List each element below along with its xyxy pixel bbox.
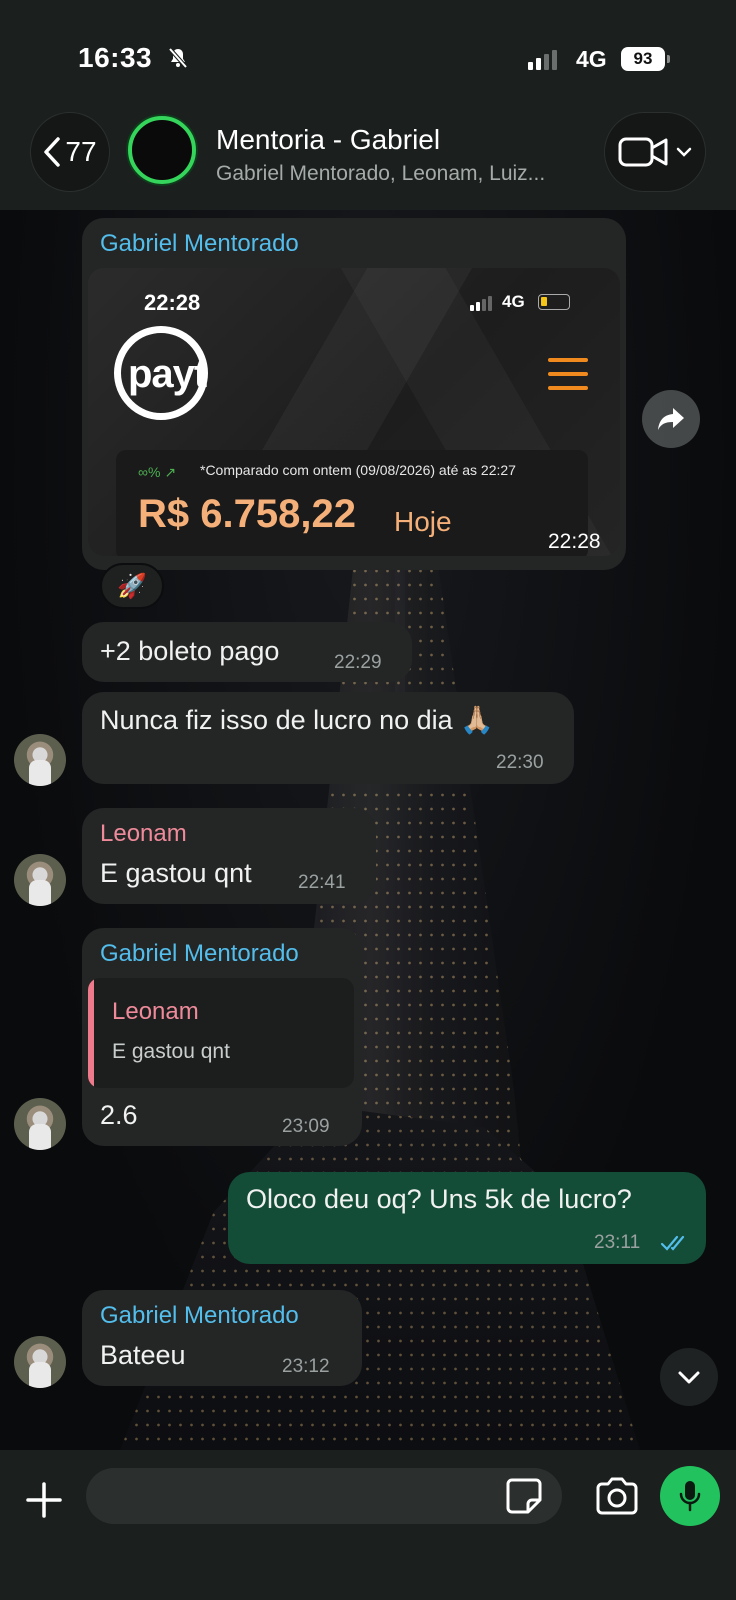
avatar[interactable]	[14, 734, 66, 786]
chevron-left-icon	[44, 137, 61, 167]
message-text: Nunca fiz isso de lucro no dia 🙏🏼	[100, 705, 494, 735]
video-camera-icon	[618, 137, 668, 167]
forward-button[interactable]	[642, 390, 700, 448]
hamburger-menu-icon	[548, 358, 588, 400]
quote-bar	[88, 978, 94, 1088]
chevron-down-icon	[676, 147, 692, 157]
message-text: Oloco deu oq? Uns 5k de lucro?	[246, 1184, 632, 1214]
avatar[interactable]	[14, 1336, 66, 1388]
cell-signal-icon	[528, 50, 557, 70]
voice-record-button[interactable]	[660, 1466, 720, 1526]
avatar[interactable]	[14, 854, 66, 906]
message-sender[interactable]: Gabriel Mentorado	[100, 230, 299, 258]
message-text: Bateeu	[100, 1340, 186, 1370]
quoted-sender: Leonam	[112, 998, 199, 1025]
sales-period: Hoje	[394, 506, 452, 537]
forward-arrow-icon	[658, 408, 684, 430]
message-time: 22:28	[548, 530, 601, 553]
reaction-badge[interactable]: 🚀	[100, 563, 164, 609]
chevron-down-icon	[678, 1371, 700, 1384]
message-composer	[0, 1450, 736, 1600]
message-sender[interactable]: Gabriel Mentorado	[100, 1302, 299, 1330]
video-call-button[interactable]	[604, 112, 706, 192]
camera-icon[interactable]	[594, 1476, 640, 1516]
growth-percent: ∞% ↗	[138, 464, 177, 480]
scroll-to-bottom-button[interactable]	[660, 1348, 718, 1406]
message-time: 22:41	[298, 872, 346, 893]
sales-value: R$ 6.758,22	[138, 492, 356, 536]
message-sender[interactable]: Leonam	[100, 820, 187, 848]
sticker-icon[interactable]	[504, 1476, 544, 1516]
status-bar: 16:33 4G 93	[0, 0, 736, 110]
wallpaper-tower-base	[120, 1110, 640, 1450]
image-network: 4G	[502, 292, 525, 311]
status-time: 16:33	[78, 42, 153, 73]
chat-participants[interactable]: Gabriel Mentorado, Leonam, Luiz...	[216, 162, 545, 186]
image-signal-icon	[470, 296, 492, 311]
bell-muted-icon	[168, 47, 188, 69]
message-sender[interactable]: Gabriel Mentorado	[100, 940, 299, 968]
message-text: E gastou qnt	[100, 858, 252, 888]
message-text: +2 boleto pago	[100, 636, 280, 666]
network-type: 4G	[576, 46, 607, 72]
message-input[interactable]	[86, 1468, 562, 1524]
battery-cap	[667, 55, 670, 63]
attach-button[interactable]	[22, 1478, 66, 1522]
battery-icon: 93	[621, 47, 665, 71]
quoted-text: E gastou qnt	[112, 1040, 230, 1063]
message-time: 23:12	[282, 1356, 330, 1377]
comparison-note: *Comparado com ontem (09/08/2026) até as…	[200, 462, 516, 478]
message-time: 23:09	[282, 1116, 330, 1137]
microphone-icon	[679, 1481, 701, 1512]
message-text: 2.6	[100, 1100, 138, 1130]
quoted-message[interactable]: Leonam E gastou qnt	[88, 978, 354, 1088]
back-button[interactable]: 77	[30, 112, 110, 192]
image-battery-icon	[538, 294, 570, 310]
image-status-time: 22:28	[144, 290, 201, 315]
message-time: 22:29	[334, 652, 382, 673]
chat-title[interactable]: Mentoria - Gabriel	[216, 124, 440, 156]
read-receipt-icon	[660, 1235, 685, 1251]
group-avatar[interactable]	[128, 116, 196, 184]
avatar[interactable]	[14, 1098, 66, 1150]
sales-stat-panel: ∞% ↗ *Comparado com ontem (09/08/2026) a…	[116, 450, 588, 556]
unread-count: 77	[65, 136, 97, 167]
message-time: 22:30	[496, 752, 544, 773]
message-time: 23:11	[594, 1232, 641, 1253]
message-image[interactable]: 22:28 4G payt ∞% ↗ *Comparado com ontem …	[88, 268, 620, 556]
chat-header: 77 Mentoria - Gabriel Gabriel Mentorado,…	[0, 110, 736, 210]
plus-icon	[26, 1482, 62, 1518]
payt-logo-text: payt	[128, 352, 207, 396]
